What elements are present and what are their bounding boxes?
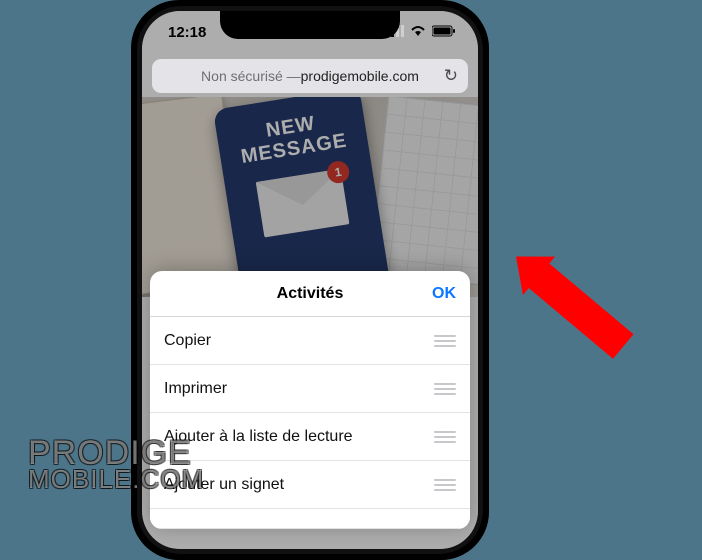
battery-icon [432, 24, 456, 41]
watermark: PRODIGE MOBILE.COM [28, 439, 204, 490]
notch [220, 11, 400, 39]
sheet-row-cutoff[interactable] [150, 509, 470, 529]
reorder-handle-icon[interactable] [434, 383, 456, 395]
sheet-header: Activités OK [150, 271, 470, 317]
url-bar[interactable]: Non sécurisé — prodigemobile.com ↻ [152, 59, 468, 93]
envelope-icon: 1 [256, 169, 350, 238]
ok-button[interactable]: OK [432, 285, 456, 303]
status-time: 12:18 [168, 24, 206, 41]
refresh-icon[interactable]: ↻ [444, 66, 458, 86]
reorder-handle-icon[interactable] [434, 479, 456, 491]
reorder-handle-icon[interactable] [434, 335, 456, 347]
phone-graphic: NEW MESSAGE 1 [213, 97, 395, 297]
sheet-title: Activités [277, 285, 344, 303]
sheet-row-imprimer[interactable]: Imprimer [150, 365, 470, 413]
notification-badge: 1 [326, 160, 351, 185]
annotation-arrow-icon [480, 238, 640, 393]
row-label: Imprimer [164, 380, 227, 398]
url-domain: prodigemobile.com [301, 68, 419, 84]
sheet-row-copier[interactable]: Copier [150, 317, 470, 365]
url-insecure-label: Non sécurisé — [201, 68, 301, 84]
reorder-handle-icon[interactable] [434, 431, 456, 443]
watermark-line2: MOBILE.COM [28, 468, 204, 490]
row-label: Copier [164, 332, 211, 350]
wifi-icon [410, 24, 426, 41]
webpage-content: NEW MESSAGE 1 [142, 97, 478, 297]
